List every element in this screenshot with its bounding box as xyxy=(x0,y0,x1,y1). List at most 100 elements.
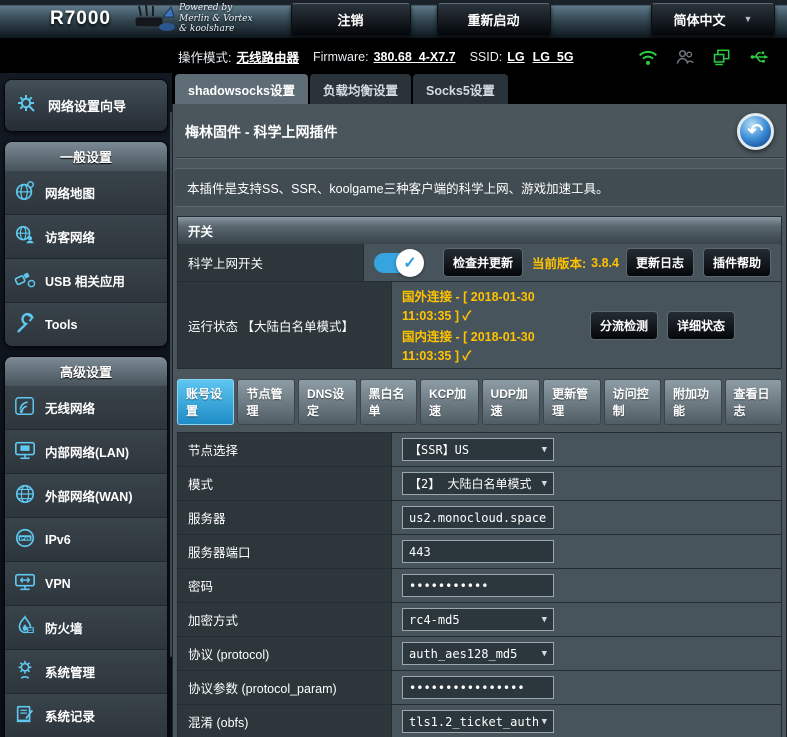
changelog-button[interactable]: 更新日志 xyxy=(626,248,694,277)
sidebar-item-label: 系统管理 xyxy=(45,662,95,681)
mode-select[interactable]: 【2】 大陆白名单模式 ▼ xyxy=(402,472,554,495)
chevron-down-icon: ▼ xyxy=(542,615,547,625)
tab-shadowsocks[interactable]: shadowsocks设置 xyxy=(175,74,308,104)
sidebar-item-network-map[interactable]: 网络地图 xyxy=(5,171,167,214)
traffic-check-button[interactable]: 分流检测 xyxy=(590,311,658,340)
plugin-description: 本插件是支持SS、SSR、koolgame三种客户端的科学上网、游戏加速工具。 xyxy=(175,168,784,207)
node-select-label: 节点选择 xyxy=(178,433,392,466)
status-domestic: 国内连接 - [ 2018-01-30 11:03:35 ] ✓ xyxy=(402,326,581,364)
subtab-logs[interactable]: 查看日志 xyxy=(725,379,782,425)
run-status-lines: 国外连接 - [ 2018-01-30 11:03:35 ] ✓ 国内连接 - … xyxy=(402,286,581,364)
devices-icon[interactable] xyxy=(712,48,732,66)
subtab-kcp[interactable]: KCP加速 xyxy=(420,379,479,425)
admin-gear-icon xyxy=(14,659,36,684)
sidebar-item-label: Tools xyxy=(45,318,77,332)
sidebar-item-label: VPN xyxy=(45,577,71,591)
status-foreign: 国外连接 - [ 2018-01-30 11:03:35 ] ✓ xyxy=(402,286,581,324)
chevron-down-icon: ▼ xyxy=(542,479,547,489)
wireless-icon xyxy=(14,395,36,420)
subtab-extras[interactable]: 附加功能 xyxy=(664,379,721,425)
subtab-nodes[interactable]: 节点管理 xyxy=(237,379,294,425)
toggle-check-icon: ✓ xyxy=(396,249,424,277)
subtab-access-control[interactable]: 访问控制 xyxy=(604,379,661,425)
current-version-label: 当前版本: xyxy=(532,253,586,272)
sidebar-item-label: 访客网络 xyxy=(45,227,95,246)
subtab-udp[interactable]: UDP加速 xyxy=(482,379,541,425)
node-select[interactable]: 【SSR】US ▼ xyxy=(402,438,554,461)
detail-status-button[interactable]: 详细状态 xyxy=(667,311,735,340)
sidebar-item-label: 系统记录 xyxy=(45,706,95,725)
language-dropdown[interactable]: 简体中文 ▼ xyxy=(651,3,775,36)
password-input[interactable] xyxy=(402,574,554,597)
svg-text:IPV6: IPV6 xyxy=(20,536,30,541)
powered-by-text: Powered by Merlin & Vortex & koolshare xyxy=(179,3,253,35)
table-row: 模式 【2】 大陆白名单模式 ▼ xyxy=(177,467,782,501)
protocol-label: 协议 (protocol) xyxy=(178,637,392,670)
protocol-select[interactable]: auth_aes128_md5 ▼ xyxy=(402,642,554,665)
subtab-blackwhite-list[interactable]: 黑白名单 xyxy=(360,379,417,425)
check-update-button[interactable]: 检查并更新 xyxy=(443,248,523,277)
sidebar-item-administration[interactable]: 系统管理 xyxy=(5,649,167,693)
system-log-icon xyxy=(14,703,36,728)
clients-icon[interactable] xyxy=(675,48,695,66)
subtab-update[interactable]: 更新管理 xyxy=(543,379,600,425)
mode-label: 模式 xyxy=(178,467,392,500)
firmware-link[interactable]: 380.68_4-X7.7 xyxy=(374,50,456,64)
sidebar-item-wireless[interactable]: 无线网络 xyxy=(5,386,167,429)
sidebar-section-general: 一般设置 xyxy=(5,142,167,171)
sidebar-item-system-log[interactable]: 系统记录 xyxy=(5,693,167,737)
language-label: 简体中文 xyxy=(674,10,726,29)
sidebar-item-quick-setup[interactable]: 网络设置向导 xyxy=(5,80,167,131)
sidebar-item-label: 网络地图 xyxy=(45,183,95,202)
sidebar-item-firewall[interactable]: 防火墙 xyxy=(5,605,167,649)
server-port-label: 服务器端口 xyxy=(178,535,392,568)
sidebar: 网络设置向导 一般设置 网络地图 xyxy=(0,73,172,737)
table-row: 密码 xyxy=(177,569,782,603)
chevron-down-icon: ▼ xyxy=(744,14,753,24)
encrypt-method-select[interactable]: rc4-md5 ▼ xyxy=(402,608,554,631)
sidebar-item-usb-apps[interactable]: USB 相关应用 xyxy=(5,258,167,302)
main-switch-toggle[interactable]: ✓ xyxy=(374,253,420,273)
table-row: 协议 (protocol) auth_aes128_md5 ▼ xyxy=(177,637,782,671)
sidebar-item-wan[interactable]: 外部网络(WAN) xyxy=(5,473,167,517)
back-button[interactable]: ↶ xyxy=(737,113,774,150)
server-port-input[interactable] xyxy=(402,540,554,563)
usb-icon[interactable] xyxy=(749,49,771,65)
sidebar-item-ipv6[interactable]: IPV6 IPv6 xyxy=(5,517,167,561)
protocol-param-label: 协议参数 (protocol_param) xyxy=(178,671,392,704)
table-row: 混淆 (obfs) tls1.2_ticket_auth ▼ xyxy=(177,705,782,737)
sidebar-item-lan[interactable]: 内部网络(LAN) xyxy=(5,429,167,473)
wifi-status-icon[interactable] xyxy=(638,48,658,66)
op-mode-link[interactable]: 无线路由器 xyxy=(236,47,299,66)
sidebar-item-label: 无线网络 xyxy=(45,398,95,417)
sidebar-item-label: USB 相关应用 xyxy=(45,271,125,290)
guest-network-icon xyxy=(14,224,36,249)
logout-button[interactable]: 注销 xyxy=(291,3,411,36)
plugin-help-button[interactable]: 插件帮助 xyxy=(703,248,771,277)
subtab-account[interactable]: 账号设置 xyxy=(177,379,234,425)
ssid-label: SSID: xyxy=(470,50,503,64)
sidebar-item-label: 防火墙 xyxy=(45,618,83,637)
subtab-dns[interactable]: DNS设定 xyxy=(298,379,357,425)
firewall-icon xyxy=(14,615,36,640)
obfs-label: 混淆 (obfs) xyxy=(178,705,392,737)
table-row: 加密方式 rc4-md5 ▼ xyxy=(177,603,782,637)
router-model: R7000 xyxy=(50,8,111,30)
router-logo-icon xyxy=(133,4,175,34)
ssid-link-2[interactable]: LG_5G xyxy=(533,50,574,64)
table-row: 科学上网开关 ✓ 检查并更新 当前版本: 3.8.4 更新日志 插件帮助 xyxy=(177,244,782,282)
tab-load-balance[interactable]: 负载均衡设置 xyxy=(310,74,411,104)
table-row: 协议参数 (protocol_param) xyxy=(177,671,782,705)
server-input[interactable] xyxy=(402,506,554,529)
password-label: 密码 xyxy=(178,569,392,602)
sidebar-item-vpn[interactable]: VPN xyxy=(5,561,167,605)
tab-socks5[interactable]: Socks5设置 xyxy=(413,74,508,104)
protocol-param-input[interactable] xyxy=(402,676,554,699)
sidebar-item-guest-network[interactable]: 访客网络 xyxy=(5,214,167,258)
ssid-link-1[interactable]: LG xyxy=(507,50,524,64)
reboot-button[interactable]: 重新启动 xyxy=(437,3,551,36)
sidebar-item-tools[interactable]: Tools xyxy=(5,302,167,346)
switch-section-header: 开关 xyxy=(177,216,782,244)
obfs-select[interactable]: tls1.2_ticket_auth ▼ xyxy=(402,710,554,733)
network-map-icon xyxy=(14,180,36,205)
